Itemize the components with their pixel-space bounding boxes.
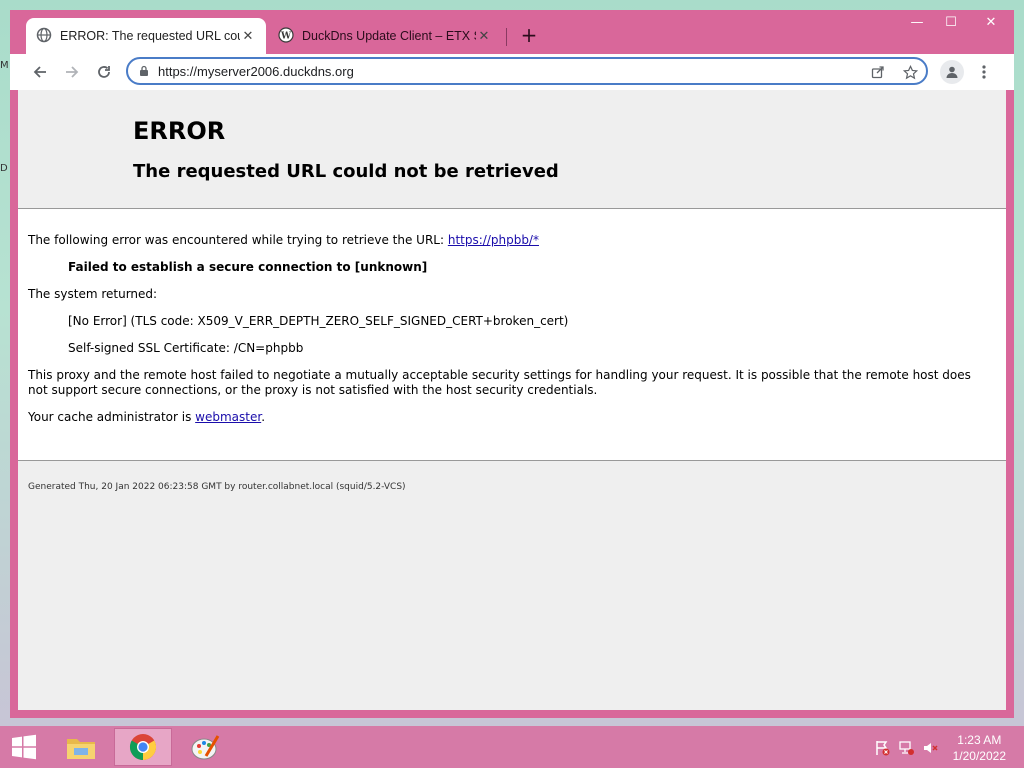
network-icon[interactable] — [898, 740, 914, 756]
error-body: The following error was encountered whil… — [18, 209, 1006, 461]
admin-line: Your cache administrator is webmaster. — [28, 410, 265, 425]
failure-reason: Failed to establish a secure connection … — [68, 260, 428, 274]
chrome-icon — [129, 734, 157, 761]
taskbar: 1:23 AM 1/20/2022 — [0, 726, 1024, 768]
clock-date: 1/20/2022 — [952, 749, 1006, 763]
svg-text:W: W — [280, 31, 292, 41]
tab-error-page[interactable]: ERROR: The requested URL could not be re… — [26, 18, 266, 54]
webmaster-link[interactable]: webmaster — [195, 410, 261, 424]
back-icon[interactable] — [28, 60, 52, 84]
lock-icon[interactable] — [138, 62, 150, 81]
new-tab-button[interactable]: + — [518, 24, 540, 48]
bookmark-star-icon[interactable] — [900, 62, 920, 82]
action-center-flag-icon[interactable] — [874, 740, 890, 756]
failed-url-link[interactable]: https://phpbb/* — [448, 233, 539, 247]
close-window-button[interactable]: ✕ — [968, 10, 1014, 34]
page-viewport: ERROR The requested URL could not be ret… — [18, 90, 1006, 710]
globe-icon — [36, 27, 52, 46]
generated-footer: Generated Thu, 20 Jan 2022 06:23:58 GMT … — [28, 482, 406, 492]
address-url[interactable]: https://myserver2006.duckdns.org — [158, 64, 354, 79]
close-tab-icon[interactable]: ✕ — [476, 29, 492, 44]
paint-taskbar-button[interactable] — [176, 728, 234, 766]
file-explorer-taskbar-button[interactable] — [52, 728, 110, 766]
windows-logo-icon — [12, 734, 36, 760]
more-menu-icon[interactable] — [974, 60, 994, 84]
minimize-button[interactable]: — — [900, 10, 934, 34]
folder-icon — [67, 739, 95, 759]
address-bar[interactable]: https://myserver2006.duckdns.org — [126, 57, 928, 85]
title-bar: — ☐ ✕ ERROR: The requested URL could not… — [10, 10, 1014, 54]
certificate-info: Self-signed SSL Certificate: /CN=phpbb — [68, 341, 304, 355]
tab-title: ERROR: The requested URL could not be re… — [60, 29, 240, 43]
clock-time: 1:23 AM — [957, 733, 1002, 747]
desktop-icon-label: M — [0, 60, 9, 71]
start-button[interactable] — [0, 728, 48, 766]
error-explanation: This proxy and the remote host failed to… — [28, 368, 971, 397]
system-returned-label: The system returned: — [28, 287, 158, 301]
error-url-line: The following error was encountered whil… — [28, 233, 539, 248]
admin-prefix: Your cache administrator is — [28, 410, 196, 424]
tab-duckdns[interactable]: W DuckDns Update Client – ETX Software ✕ — [268, 18, 502, 54]
error-url-prefix: The following error was encountered whil… — [28, 233, 448, 247]
tab-separator — [506, 28, 507, 46]
profile-avatar-icon[interactable] — [940, 60, 964, 84]
paint-palette-icon — [191, 735, 220, 760]
wordpress-icon: W — [278, 26, 294, 46]
taskbar-clock[interactable]: 1:23 AM 1/20/2022 — [953, 732, 1006, 764]
tab-title: DuckDns Update Client – ETX Software — [302, 29, 476, 43]
admin-suffix: . — [261, 410, 266, 424]
close-tab-icon[interactable]: ✕ — [240, 29, 256, 44]
reload-icon[interactable] — [92, 60, 116, 84]
volume-muted-icon[interactable] — [922, 740, 938, 756]
browser-window: — ☐ ✕ ERROR: The requested URL could not… — [10, 10, 1014, 718]
share-icon[interactable] — [868, 62, 888, 82]
browser-toolbar: https://myserver2006.duckdns.org — [10, 54, 1014, 90]
window-controls: — ☐ ✕ — [900, 10, 1014, 34]
desktop-icon-label: D — [0, 163, 8, 174]
maximize-button[interactable]: ☐ — [934, 10, 968, 34]
tls-error-code: [No Error] (TLS code: X509_V_ERR_DEPTH_Z… — [68, 314, 569, 328]
chrome-taskbar-button[interactable] — [114, 728, 172, 766]
forward-icon[interactable] — [60, 60, 84, 84]
error-header: ERROR The requested URL could not be ret… — [18, 90, 1006, 209]
error-title: ERROR — [133, 117, 226, 145]
error-subtitle: The requested URL could not be retrieved — [133, 161, 559, 182]
